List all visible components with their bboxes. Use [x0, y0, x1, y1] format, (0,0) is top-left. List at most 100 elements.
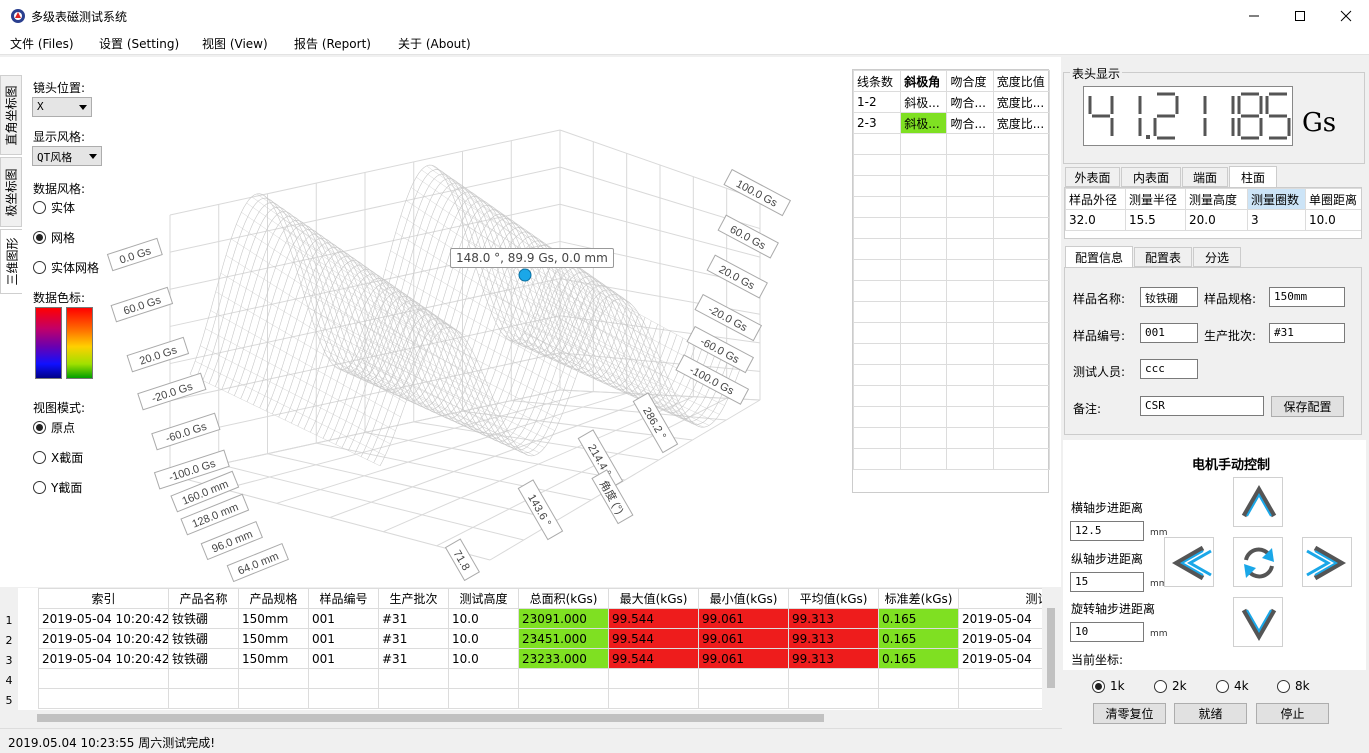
table-cell[interactable]: 1-2	[852, 91, 902, 113]
table-cell[interactable]	[308, 688, 379, 709]
column-header[interactable]: 吻合度	[946, 70, 994, 92]
v-step-field[interactable]: 15	[1070, 572, 1144, 592]
table-cell[interactable]: 99.061	[698, 648, 789, 669]
table-cell[interactable]	[852, 154, 902, 176]
speed-4k-radio[interactable]: 4k	[1216, 679, 1249, 693]
table-row[interactable]	[852, 301, 1051, 323]
remark-field[interactable]: CSR	[1140, 396, 1264, 416]
column-header[interactable]: 斜极角	[900, 70, 948, 92]
table-cell[interactable]	[852, 448, 902, 470]
table-cell[interactable]: 2019-05-04	[958, 608, 1042, 629]
table-row[interactable]	[852, 322, 1051, 344]
column-header[interactable]: 测试高度	[448, 588, 519, 609]
column-header[interactable]: 测量半径	[1125, 188, 1186, 210]
table-row[interactable]	[852, 406, 1051, 428]
row-number[interactable]: 5	[0, 694, 18, 707]
table-cell[interactable]	[38, 688, 169, 709]
table-cell[interactable]	[946, 448, 994, 470]
table-cell[interactable]: 99.544	[608, 628, 699, 649]
table-cell[interactable]: 15.5	[1125, 209, 1186, 231]
table-cell[interactable]	[900, 133, 948, 155]
table-cell[interactable]	[900, 238, 948, 260]
table-cell[interactable]: 32.0	[1065, 209, 1126, 231]
table-cell[interactable]	[946, 280, 994, 302]
minimize-button[interactable]	[1231, 0, 1277, 31]
table-cell[interactable]	[852, 217, 902, 239]
table-cell[interactable]: 钕铁硼	[168, 628, 239, 649]
table-cell[interactable]	[308, 668, 379, 689]
table-cell[interactable]: 23451.000	[518, 628, 609, 649]
table-cell[interactable]	[608, 688, 699, 709]
table-cell[interactable]: 20.0	[1185, 209, 1248, 231]
table-cell[interactable]	[852, 301, 902, 323]
move-left-button[interactable]	[1164, 537, 1214, 587]
table-cell[interactable]	[788, 688, 879, 709]
table-cell[interactable]: 23091.000	[518, 608, 609, 629]
table-cell[interactable]: 10.0	[448, 628, 519, 649]
table-cell[interactable]	[852, 343, 902, 365]
table-cell[interactable]: 99.313	[788, 608, 879, 629]
table-cell[interactable]: #31	[378, 608, 449, 629]
table-cell[interactable]: 3	[1247, 209, 1306, 231]
tab-inner-surface[interactable]: 内表面	[1121, 167, 1181, 187]
table-cell[interactable]	[992, 364, 1051, 386]
table-cell[interactable]	[900, 343, 948, 365]
table-cell[interactable]	[698, 668, 789, 689]
tab-sorting[interactable]: 分选	[1193, 247, 1241, 267]
table-cell[interactable]	[518, 668, 609, 689]
column-header[interactable]: 测量高度	[1185, 188, 1248, 210]
table-row[interactable]	[852, 448, 1051, 470]
table-cell[interactable]	[852, 280, 902, 302]
column-header[interactable]: 测试日	[958, 588, 1042, 609]
column-header[interactable]: 测量圈数	[1247, 188, 1306, 210]
tab-cylinder[interactable]: 柱面	[1229, 166, 1277, 188]
table-row[interactable]	[852, 175, 1051, 197]
scrollbar-thumb[interactable]	[1047, 608, 1055, 688]
scrollbar-thumb[interactable]	[37, 714, 824, 722]
move-right-button[interactable]	[1302, 537, 1352, 587]
table-cell[interactable]	[992, 133, 1051, 155]
move-down-button[interactable]	[1233, 597, 1283, 647]
table-cell[interactable]: 斜极...	[900, 112, 948, 134]
table-row[interactable]: 2019-05-04 10:20:42 钕铁硼 150mm 001 #31 10.0 230…	[38, 608, 1042, 629]
table-cell[interactable]: 钕铁硼	[168, 608, 239, 629]
table-row[interactable]: 32.0 15.5 20.0 3 10.0	[1065, 209, 1361, 231]
table-cell[interactable]	[946, 196, 994, 218]
table-cell[interactable]: 001	[308, 608, 379, 629]
table-cell[interactable]	[698, 688, 789, 709]
table-cell[interactable]	[992, 301, 1051, 323]
table-cell[interactable]: 150mm	[238, 608, 309, 629]
table-cell[interactable]	[852, 133, 902, 155]
table-cell[interactable]: 宽度比...	[992, 91, 1051, 113]
vertical-scrollbar[interactable]	[1044, 588, 1058, 710]
table-row[interactable]	[852, 280, 1051, 302]
row-number[interactable]: 2	[0, 634, 18, 647]
table-row[interactable]	[852, 343, 1051, 365]
table-cell[interactable]	[852, 238, 902, 260]
table-cell[interactable]	[992, 385, 1051, 407]
table-row[interactable]: 1-2 斜极... 吻合... 宽度比...	[852, 91, 1051, 113]
table-row[interactable]: 2019-05-04 10:20:42 钕铁硼 150mm 001 #31 10.0 234…	[38, 628, 1042, 649]
table-cell[interactable]	[992, 322, 1051, 344]
table-cell[interactable]	[852, 406, 902, 428]
row-number[interactable]: 3	[0, 654, 18, 667]
table-cell[interactable]	[946, 154, 994, 176]
column-header[interactable]: 平均值(kGs)	[788, 588, 879, 609]
tab-config-table[interactable]: 配置表	[1134, 247, 1192, 267]
sample-name-field[interactable]: 钕铁硼	[1140, 287, 1198, 307]
table-cell[interactable]: 2019-05-04 10:20:42	[38, 608, 169, 629]
colormap-swatch-2[interactable]	[66, 307, 93, 379]
speed-8k-radio[interactable]: 8k	[1277, 679, 1310, 693]
column-header[interactable]: 总面积(kGs)	[518, 588, 609, 609]
table-cell[interactable]	[168, 668, 239, 689]
table-cell[interactable]	[958, 668, 1042, 689]
table-cell[interactable]	[946, 259, 994, 281]
table-row[interactable]	[852, 217, 1051, 239]
speed-2k-radio[interactable]: 2k	[1154, 679, 1187, 693]
table-cell[interactable]: 99.061	[698, 608, 789, 629]
table-row[interactable]	[852, 364, 1051, 386]
display-style-select[interactable]: QT风格	[32, 146, 102, 166]
table-cell[interactable]	[900, 385, 948, 407]
table-cell[interactable]	[238, 688, 309, 709]
table-cell[interactable]	[992, 238, 1051, 260]
